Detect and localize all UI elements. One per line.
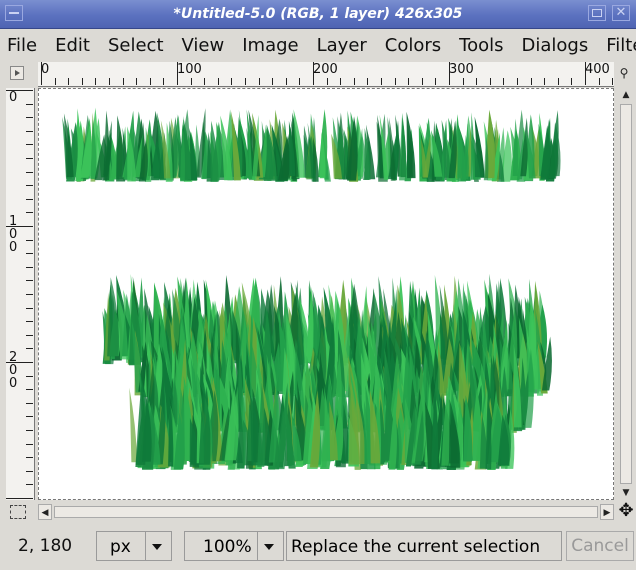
menu-dialogs[interactable]: Dialogs [514, 35, 599, 56]
maximize-icon[interactable] [588, 5, 606, 21]
scroll-down-icon[interactable]: ▼ [618, 486, 634, 500]
window-title: *Untitled-5.0 (RGB, 1 layer) 426x305 [173, 6, 463, 22]
zoom-icon[interactable]: ⚲ [616, 64, 632, 82]
hruler-label-0: 0 [41, 62, 50, 77]
menu-tools[interactable]: Tools [451, 35, 513, 56]
menu-filters[interactable]: Filte [598, 35, 636, 56]
status-bar: 2, 180 px 100% Replace the current selec… [0, 524, 636, 570]
navigate-icon[interactable]: ✥ [617, 502, 635, 520]
hruler-label-300: 300 [449, 62, 474, 77]
pointer-coordinates: 2, 180 [18, 536, 73, 556]
horizontal-ruler[interactable]: 0 100 200 300 400 [38, 62, 614, 87]
hruler-label-400: 400 [585, 62, 610, 77]
vruler-label-100: 100 [9, 214, 18, 255]
unit-value: px [110, 537, 131, 557]
status-message: Replace the current selection [286, 531, 562, 561]
scroll-left-icon[interactable]: ◀ [38, 504, 52, 520]
hruler-label-200: 200 [313, 62, 338, 77]
grass-blade [129, 387, 138, 463]
quickmask-icon[interactable] [10, 505, 26, 519]
vruler-label-0: 0 [9, 90, 18, 105]
image-canvas[interactable] [38, 88, 614, 500]
menubar: File Edit Select View Image Layer Colors… [0, 29, 636, 61]
menu-view[interactable]: View [174, 35, 235, 56]
zoom-value: 100% [203, 537, 252, 557]
scroll-right-icon[interactable]: ▶ [600, 504, 614, 520]
vertical-ruler[interactable]: 0 100 200 [6, 88, 35, 500]
vertical-scrollbar[interactable]: ▲ ▼ [618, 88, 634, 500]
vertical-scroll-thumb[interactable] [620, 104, 632, 484]
gimp-image-window: *Untitled-5.0 (RGB, 1 layer) 426x305 ✕ F… [0, 0, 636, 570]
menu-colors[interactable]: Colors [377, 35, 451, 56]
close-icon[interactable]: ✕ [612, 5, 630, 21]
chevron-down-icon[interactable] [257, 532, 280, 560]
hruler-label-100: 100 [177, 62, 202, 77]
image-menu-button[interactable] [10, 66, 24, 80]
unit-selector[interactable]: px [96, 531, 172, 561]
vruler-label-200: 200 [9, 350, 18, 391]
cancel-button[interactable]: Cancel [566, 531, 634, 561]
menu-image[interactable]: Image [234, 35, 308, 56]
menu-layer[interactable]: Layer [309, 35, 377, 56]
horizontal-scroll-thumb[interactable] [54, 506, 598, 518]
menu-file[interactable]: File [0, 35, 47, 56]
menu-select[interactable]: Select [100, 35, 174, 56]
zoom-selector[interactable]: 100% [184, 531, 284, 561]
horizontal-scrollbar[interactable]: ◀ ▶ [38, 504, 614, 520]
chevron-down-icon[interactable] [145, 532, 168, 560]
scroll-up-icon[interactable]: ▲ [618, 88, 634, 102]
grass-brush-strokes [62, 107, 561, 470]
title-bar[interactable]: *Untitled-5.0 (RGB, 1 layer) 426x305 ✕ [0, 0, 636, 29]
menu-edit[interactable]: Edit [47, 35, 100, 56]
